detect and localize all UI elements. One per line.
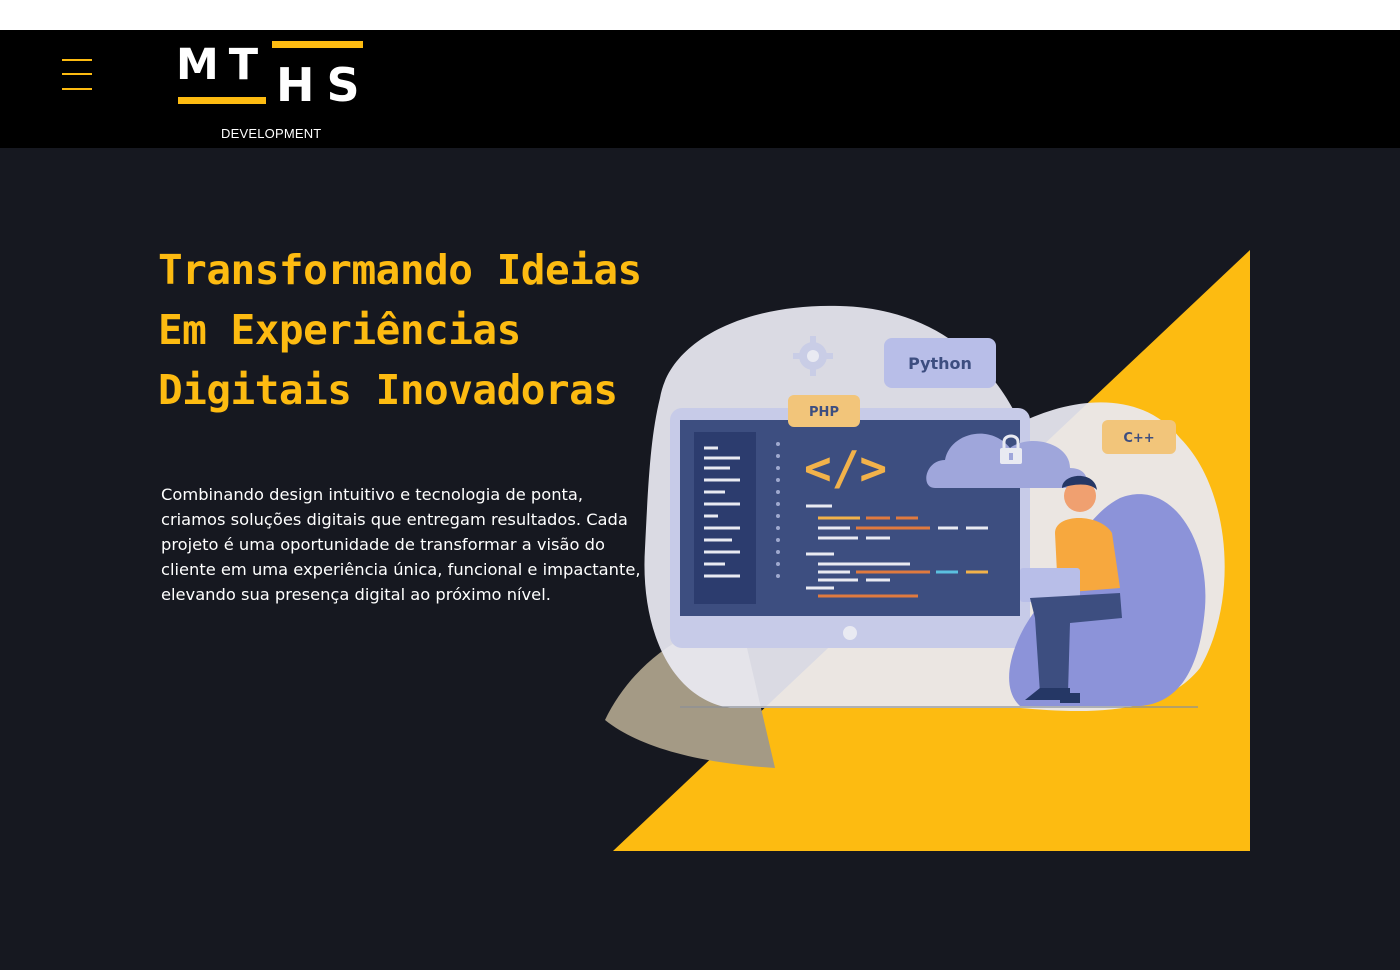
logo[interactable]: MT HS DEVELOPMENT bbox=[176, 40, 366, 146]
browser-top-strip bbox=[0, 0, 1400, 30]
logo-subtitle: DEVELOPMENT bbox=[221, 126, 322, 141]
logo-accent-bar-bottom bbox=[178, 97, 266, 104]
python-tag: Python bbox=[884, 338, 996, 388]
code-symbol: </> bbox=[804, 441, 887, 495]
svg-text:C++: C++ bbox=[1123, 431, 1154, 446]
logo-letters-top: MT bbox=[176, 40, 269, 90]
php-tag: PHP bbox=[788, 395, 860, 427]
hamburger-menu-icon[interactable] bbox=[60, 58, 94, 92]
developer-illustration: </> Python PHP C++ bbox=[605, 250, 1250, 851]
logo-letters-bottom: HS bbox=[276, 58, 372, 112]
cpp-tag: C++ bbox=[1102, 420, 1176, 454]
svg-text:Python: Python bbox=[908, 354, 972, 373]
hero-description: Combinando design intuitivo e tecnologia… bbox=[161, 485, 641, 604]
logo-accent-bar-top bbox=[272, 41, 363, 48]
svg-text:PHP: PHP bbox=[809, 405, 839, 420]
hero-illustration: </> Python PHP C++ bbox=[600, 248, 1260, 858]
